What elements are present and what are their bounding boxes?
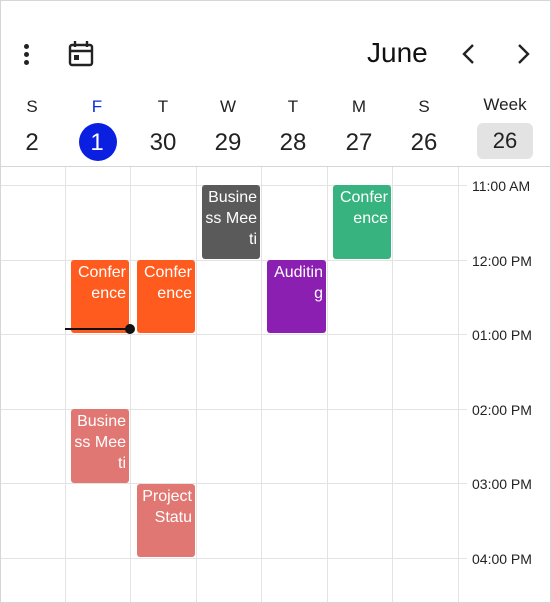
day-number: 2 bbox=[25, 129, 39, 156]
day-column-divider bbox=[196, 167, 197, 602]
hour-line bbox=[1, 483, 459, 484]
day-column-divider bbox=[65, 167, 66, 602]
time-label: 01:00 PM bbox=[472, 327, 532, 343]
day-of-week: T bbox=[157, 97, 169, 116]
chevron-right-icon[interactable] bbox=[511, 39, 535, 69]
appointment-auditing[interactable]: Auditing bbox=[267, 260, 326, 333]
hour-tick bbox=[459, 260, 467, 261]
day-header[interactable]: S 26 bbox=[394, 93, 454, 163]
day-of-week: F bbox=[91, 97, 103, 116]
day-column-divider bbox=[261, 167, 262, 602]
month-title[interactable]: June bbox=[367, 37, 428, 69]
hour-line bbox=[1, 558, 459, 559]
appointment-conference[interactable]: Conference bbox=[71, 260, 129, 333]
calendar-icon[interactable] bbox=[67, 39, 95, 69]
time-grid[interactable]: 11:00 AM 12:00 PM 01:00 PM 02:00 PM 03:0… bbox=[1, 167, 550, 602]
time-label: 12:00 PM bbox=[472, 253, 532, 269]
week-label: Week bbox=[483, 95, 527, 114]
time-label: 04:00 PM bbox=[472, 551, 532, 567]
day-column-divider bbox=[327, 167, 328, 602]
time-label: 02:00 PM bbox=[472, 402, 532, 418]
hour-line bbox=[1, 260, 459, 261]
day-of-week: S bbox=[418, 97, 430, 116]
appointment-business-meeting[interactable]: Business Meeti bbox=[202, 185, 260, 259]
day-of-week: T bbox=[287, 97, 299, 116]
day-number: 1 bbox=[90, 129, 104, 156]
time-label: 11:00 AM bbox=[472, 178, 531, 194]
appointment-conference[interactable]: Conference bbox=[333, 185, 391, 259]
day-column-divider bbox=[130, 167, 131, 602]
scheduler: June S 2 F 1 T 30 W 29 T 28 M 27 S 26 We… bbox=[0, 0, 551, 603]
scheduler-header: June bbox=[1, 1, 550, 91]
hour-line bbox=[1, 334, 459, 335]
day-of-week: M bbox=[351, 97, 367, 116]
appointment-project-status[interactable]: Project Statu bbox=[137, 484, 195, 557]
day-number: 27 bbox=[345, 129, 373, 156]
day-header[interactable]: T 30 bbox=[133, 93, 193, 163]
time-column-divider bbox=[458, 167, 459, 602]
hour-tick bbox=[459, 185, 467, 186]
day-number: 30 bbox=[149, 129, 177, 156]
day-column-divider bbox=[392, 167, 393, 602]
day-of-week: S bbox=[26, 97, 38, 116]
current-time-indicator-line bbox=[65, 328, 131, 330]
appointment-conference[interactable]: Conference bbox=[137, 260, 195, 333]
day-number: 29 bbox=[214, 129, 242, 156]
day-header[interactable]: M 27 bbox=[329, 93, 389, 163]
hour-tick bbox=[459, 409, 467, 410]
day-header-today[interactable]: F 1 bbox=[67, 93, 127, 163]
hour-tick bbox=[459, 483, 467, 484]
day-number: 28 bbox=[279, 129, 307, 156]
week-number-badge[interactable]: 26 bbox=[477, 123, 533, 159]
hour-line bbox=[1, 409, 459, 410]
day-number: 26 bbox=[410, 129, 438, 156]
day-header[interactable]: S 2 bbox=[2, 93, 62, 163]
more-vertical-icon[interactable] bbox=[17, 39, 37, 69]
time-label: 03:00 PM bbox=[472, 476, 532, 492]
hour-tick bbox=[459, 558, 467, 559]
appointment-business-meeting[interactable]: Business Meeti bbox=[71, 409, 129, 483]
current-time-indicator-dot bbox=[125, 324, 135, 334]
day-header[interactable]: W 29 bbox=[198, 93, 258, 163]
day-header[interactable]: T 28 bbox=[263, 93, 323, 163]
chevron-left-icon[interactable] bbox=[457, 39, 481, 69]
day-of-week: W bbox=[219, 97, 237, 116]
hour-tick bbox=[459, 334, 467, 335]
